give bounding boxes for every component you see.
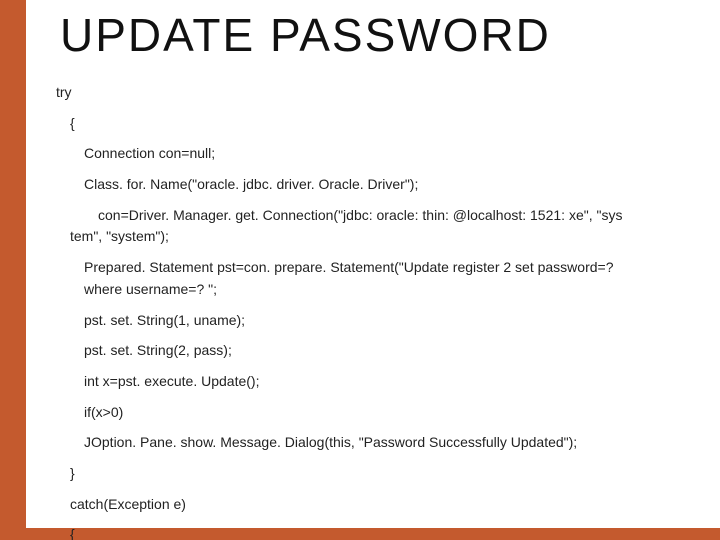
code-line: Connection con=null; [56,143,692,165]
code-line: { [56,524,692,540]
code-line: con=Driver. Manager. get. Connection("jd… [56,205,692,227]
code-line-continuation: where username=? "; [56,279,692,301]
slide-title: UPDATE PASSWORD [60,8,551,62]
code-line: { [56,113,692,135]
code-line: pst. set. String(1, uname); [56,310,692,332]
code-line: catch(Exception e) [56,494,692,516]
code-line: JOption. Pane. show. Message. Dialog(thi… [56,432,692,454]
code-line: int x=pst. execute. Update(); [56,371,692,393]
code-line: Class. for. Name("oracle. jdbc. driver. … [56,174,692,196]
slide: UPDATE PASSWORD try { Connection con=nul… [0,0,720,540]
code-block: try { Connection con=null; Class. for. N… [56,82,692,540]
code-line-continuation: tem", "system"); [56,226,692,248]
left-accent-bar [0,0,26,540]
code-line: Prepared. Statement pst=con. prepare. St… [56,257,692,279]
code-line: } [56,463,692,485]
code-line: if(x>0) [56,402,692,424]
code-line: pst. set. String(2, pass); [56,340,692,362]
code-line: try [56,82,692,104]
